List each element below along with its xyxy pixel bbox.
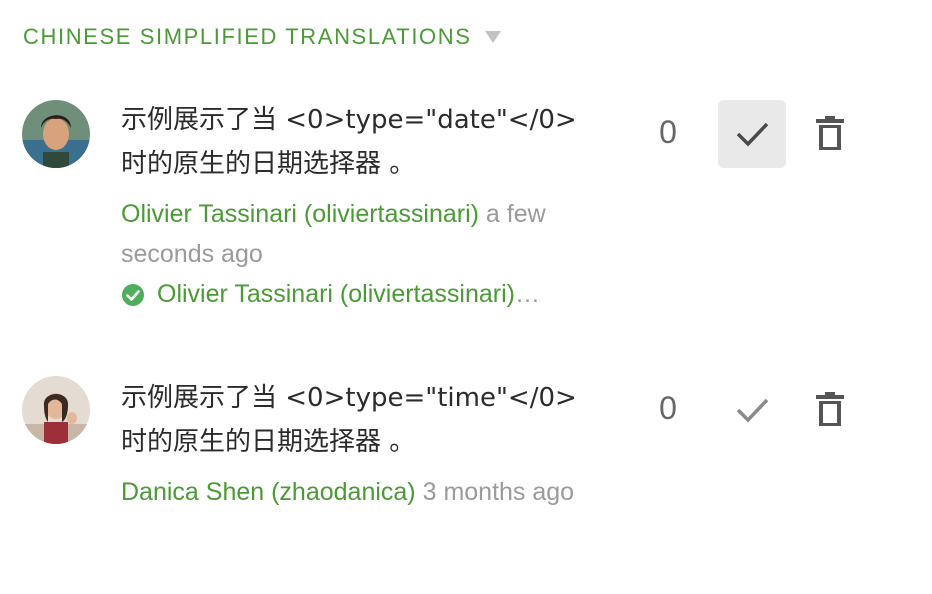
vote-count: 0 bbox=[659, 390, 677, 426]
avatar[interactable] bbox=[22, 376, 90, 444]
delete-button[interactable] bbox=[806, 100, 854, 168]
translation-text: 示例展示了当 <0>type="time"</0> 时的原生的日期选择器 。 bbox=[121, 376, 591, 464]
translation-meta: Olivier Tassinari (oliviertassinari) a f… bbox=[121, 194, 591, 274]
triangle-down-icon bbox=[484, 31, 501, 43]
check-circle-icon bbox=[122, 283, 144, 306]
translation-content: 示例展示了当 <0>type="date"</0> 时的原生的日期选择器 。 O… bbox=[121, 98, 591, 309]
translation-text: 示例展示了当 <0>type="date"</0> 时的原生的日期选择器 。 bbox=[121, 98, 591, 186]
trash-icon bbox=[816, 392, 844, 426]
translation-content: 示例展示了当 <0>type="time"</0> 时的原生的日期选择器 。 D… bbox=[121, 376, 591, 512]
vote-count: 0 bbox=[659, 114, 677, 150]
author-link[interactable]: Danica Shen (zhaodanica) bbox=[121, 478, 416, 506]
approve-button[interactable] bbox=[718, 100, 786, 168]
avatar[interactable] bbox=[22, 100, 90, 168]
author-link[interactable]: Olivier Tassinari (oliviertassinari) bbox=[121, 200, 479, 228]
translation-line: 示例展示了当 <0>type="date"</0> bbox=[121, 105, 577, 135]
timestamp: 3 months ago bbox=[422, 478, 575, 506]
trash-icon bbox=[816, 116, 844, 150]
approved-by: Olivier Tassinari (oliviertassinari)… bbox=[121, 280, 591, 309]
check-icon bbox=[736, 122, 769, 147]
translation-line: 时的原生的日期选择器 。 bbox=[121, 427, 416, 457]
approver-name[interactable]: Olivier Tassinari (oliviertassinari) bbox=[157, 280, 515, 309]
translation-line: 时的原生的日期选择器 。 bbox=[121, 149, 416, 179]
check-icon bbox=[736, 398, 769, 423]
translation-line: 示例展示了当 <0>type="time"</0> bbox=[121, 383, 577, 413]
approve-button[interactable] bbox=[718, 376, 786, 444]
delete-button[interactable] bbox=[806, 376, 854, 444]
section-title: CHINESE SIMPLIFIED TRANSLATIONS bbox=[23, 24, 472, 49]
section-header[interactable]: CHINESE SIMPLIFIED TRANSLATIONS bbox=[23, 24, 502, 50]
translation-meta: Danica Shen (zhaodanica) 3 months ago bbox=[121, 472, 591, 512]
